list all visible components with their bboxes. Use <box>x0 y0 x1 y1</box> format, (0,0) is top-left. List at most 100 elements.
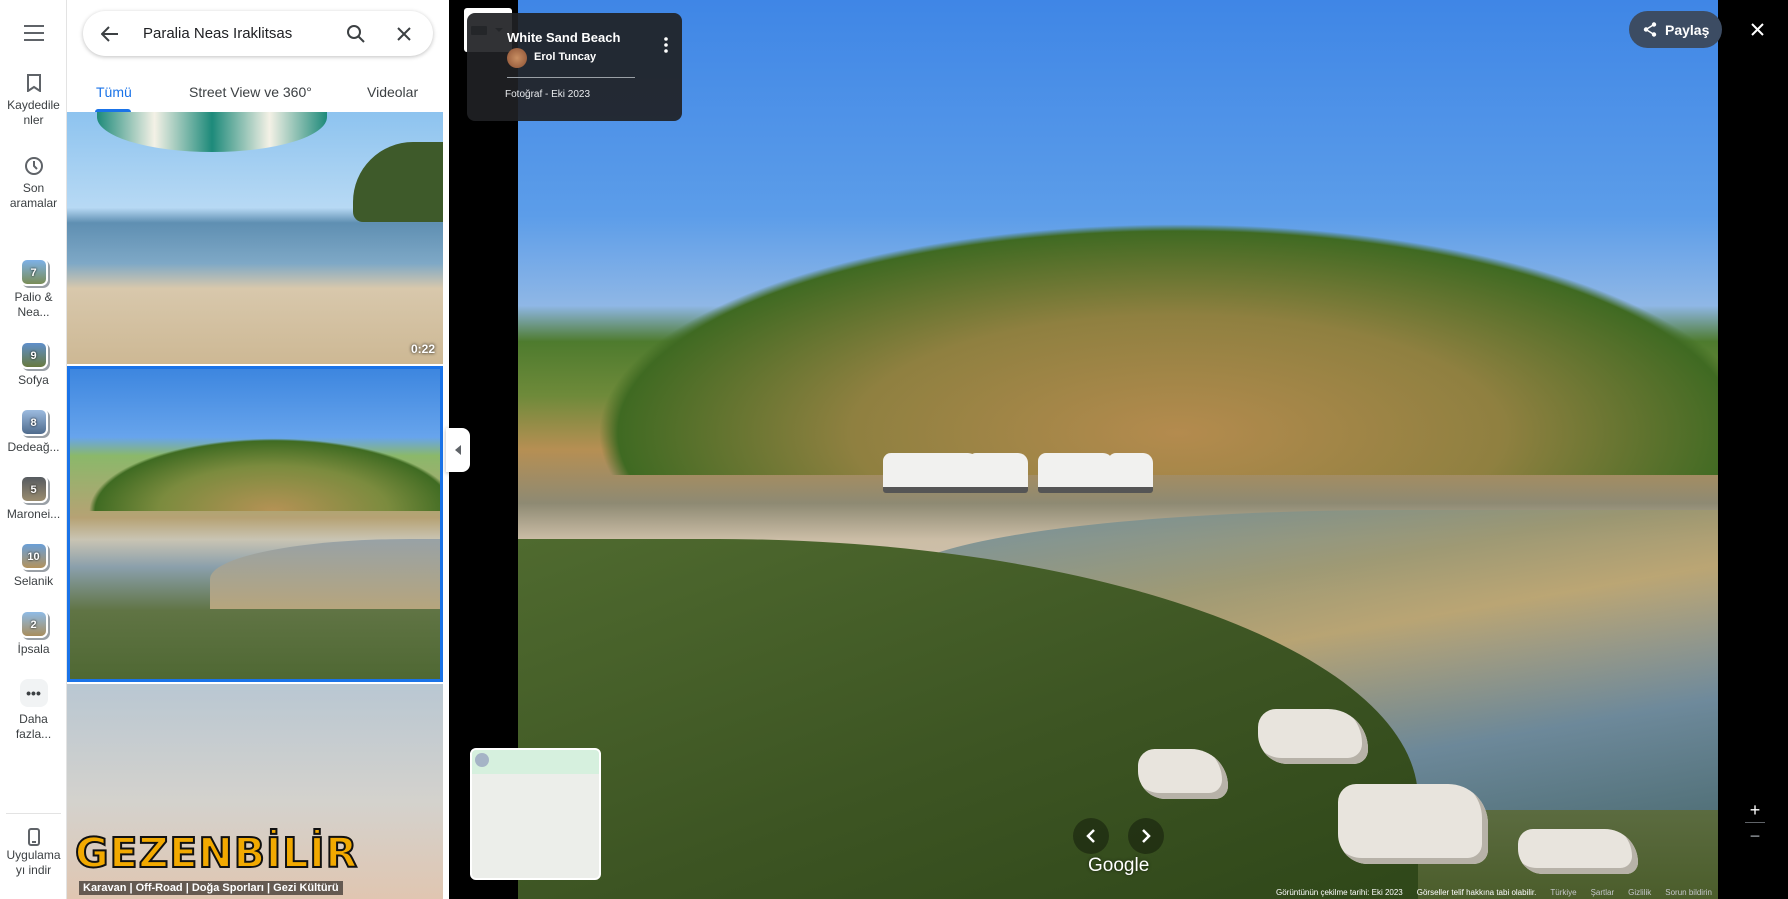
close-icon <box>397 27 411 41</box>
beach-photo <box>518 0 1718 899</box>
camper-van <box>1038 453 1113 493</box>
camper-van <box>883 453 978 493</box>
photo-meta: Fotoğraf - Eki 2023 <box>505 89 591 100</box>
recent-place-label: Palio & Nea... <box>14 290 53 319</box>
more-button[interactable]: ••• Daha fazla... <box>0 679 67 742</box>
recent-searches-button[interactable]: Son aramalar <box>0 154 67 211</box>
gallery-photo-brand[interactable]: GEZENBİLİR Karavan | Off-Road | Doğa Spo… <box>67 684 443 899</box>
more-label: Daha fazla... <box>15 712 52 741</box>
recent-place-selanik[interactable]: 10 Selanik <box>0 542 67 589</box>
privacy-link[interactable]: Gizlilik <box>1628 888 1651 899</box>
brand-tagline: Karavan | Off-Road | Doğa Sporları | Gez… <box>79 881 343 895</box>
previous-photo-button[interactable] <box>1073 818 1109 854</box>
next-photo-button[interactable] <box>1128 818 1164 854</box>
camper-van <box>968 453 1028 493</box>
recent-place-label: Maronei... <box>6 507 61 521</box>
chevron-right-icon <box>1142 829 1151 843</box>
photo-info-card: White Sand Beach Erol Tuncay Fotoğraf - … <box>467 13 682 121</box>
place-thumbnail: 7 <box>19 258 48 286</box>
place-thumbnail: 2 <box>19 610 48 638</box>
rock <box>1338 784 1488 864</box>
more-dots-icon: ••• <box>26 685 41 701</box>
terms-link[interactable]: Şartlar <box>1591 888 1615 899</box>
bookmark-icon <box>26 74 41 92</box>
photo-tabs: Tümü Street View ve 360° Videolar <box>67 76 449 112</box>
map-location-dot <box>475 753 489 767</box>
rocks-group <box>1138 679 1658 879</box>
map-water-strip <box>472 750 599 774</box>
close-viewer-button[interactable] <box>1745 16 1769 42</box>
tab-street-view[interactable]: Street View ve 360° <box>189 84 312 100</box>
place-thumbnail: 8 <box>19 408 48 436</box>
tab-videos[interactable]: Videolar <box>367 84 418 100</box>
capture-date: Görüntünün çekilme tarihi: Eki 2023 <box>1276 888 1403 897</box>
place-thumbnail: 10 <box>19 542 48 570</box>
recent-place-label: Selanik <box>13 574 54 588</box>
hamburger-menu-icon <box>23 25 44 41</box>
zoom-divider <box>1745 822 1765 823</box>
place-thumbnail: 9 <box>19 341 48 369</box>
minus-icon: − <box>1749 826 1761 846</box>
zoom-out-button[interactable]: − <box>1744 825 1766 847</box>
google-watermark: Google <box>1088 855 1150 876</box>
brand-logo: GEZENBİLİR <box>74 828 359 878</box>
rock <box>1258 709 1368 764</box>
video-duration: 0:22 <box>410 342 435 356</box>
rock <box>1138 749 1228 799</box>
install-app-label: Uygulama yı indir <box>6 848 61 877</box>
share-button[interactable]: Paylaş <box>1629 11 1722 48</box>
photo-author[interactable]: Erol Tuncay <box>534 51 596 63</box>
recent-place-palio[interactable]: 7 Palio & Nea... <box>0 258 67 320</box>
recent-place-label: İpsala <box>17 642 50 656</box>
install-app-button[interactable]: Uygulama yı indir <box>0 826 67 878</box>
photos-panel: Tümü Street View ve 360° Videolar 0:22 G… <box>67 0 449 899</box>
camper-van <box>1108 453 1153 493</box>
recent-place-sofya[interactable]: 9 Sofya <box>0 341 67 388</box>
back-button[interactable] <box>97 21 123 47</box>
clear-search-button[interactable] <box>391 21 417 47</box>
photo-place-title[interactable]: White Sand Beach <box>507 30 620 45</box>
chevron-left-icon <box>455 445 461 455</box>
menu-button[interactable] <box>0 20 67 46</box>
search-icon <box>347 25 365 43</box>
umbrella-shape <box>97 112 327 152</box>
region-link[interactable]: Türkiye <box>1550 888 1576 899</box>
rail-divider <box>6 813 61 814</box>
search-input[interactable] <box>143 21 333 46</box>
map-footer: Görüntünün çekilme tarihi: Eki 2023 Görs… <box>1270 888 1788 899</box>
side-rail: Kaydedile nler Son aramalar 7 Palio & Ne… <box>0 0 67 899</box>
recent-place-maronei[interactable]: 5 Maronei... <box>0 475 67 522</box>
card-divider <box>507 77 635 78</box>
water-shape <box>210 539 440 609</box>
gallery-video-thumbnail[interactable]: 0:22 <box>67 112 443 364</box>
search-box <box>83 11 433 56</box>
arrow-back-icon <box>101 26 118 42</box>
photo-viewer[interactable] <box>518 0 1718 899</box>
saved-button[interactable]: Kaydedile nler <box>0 71 67 128</box>
zoom-in-button[interactable]: + <box>1744 799 1766 821</box>
rock <box>1518 829 1638 874</box>
search-button[interactable] <box>343 21 369 47</box>
hill-shape <box>70 431 440 511</box>
mini-map[interactable] <box>470 748 601 880</box>
hill-shape <box>518 195 1718 475</box>
plus-icon: + <box>1749 800 1761 820</box>
tab-all[interactable]: Tümü <box>96 84 132 100</box>
collapse-panel-button[interactable] <box>446 428 470 472</box>
author-avatar[interactable] <box>507 48 527 68</box>
recent-searches-label: Son aramalar <box>9 181 58 210</box>
share-label: Paylaş <box>1665 21 1710 38</box>
recent-place-label: Sofya <box>18 373 49 387</box>
report-problem-link[interactable]: Sorun bildirin <box>1665 888 1712 899</box>
gallery-photo-selected[interactable] <box>67 366 443 682</box>
recent-place-dedeagac[interactable]: 8 Dedeağ... <box>0 408 67 455</box>
photo-gallery: 0:22 GEZENBİLİR Karavan | Off-Road | Doğ… <box>67 112 443 899</box>
phone-icon <box>27 828 40 846</box>
more-options-button[interactable] <box>664 37 668 58</box>
headland-shape <box>353 142 443 222</box>
recent-place-ipsala[interactable]: 2 İpsala <box>0 610 67 657</box>
copyright-notice: Görseller telif hakkına tabi olabilir. <box>1416 888 1537 897</box>
close-icon <box>1750 22 1764 36</box>
history-icon <box>24 157 43 175</box>
recent-place-label: Dedeağ... <box>7 440 60 454</box>
